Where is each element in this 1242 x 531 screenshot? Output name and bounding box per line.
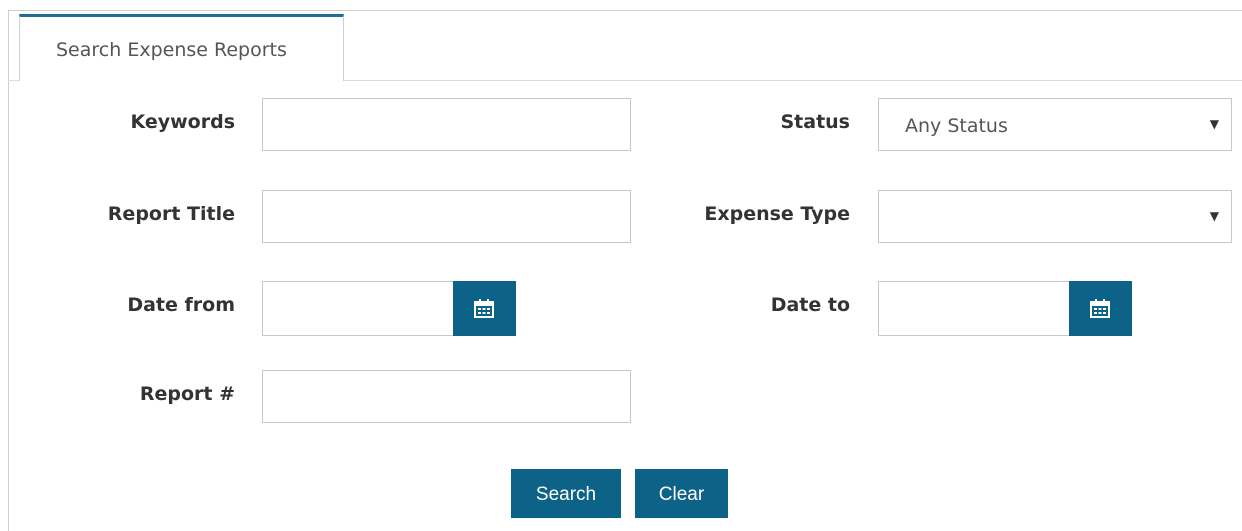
tab-label: Search Expense Reports <box>56 39 287 61</box>
search-panel <box>8 10 1242 531</box>
date-to-label: Date to <box>770 294 850 316</box>
calendar-icon <box>1090 299 1110 318</box>
chevron-down-icon: ▼ <box>1209 209 1219 223</box>
report-number-input[interactable] <box>262 370 631 423</box>
report-number-label: Report # <box>139 383 235 405</box>
keywords-label: Keywords <box>130 111 235 133</box>
status-select[interactable]: Any Status ▼ <box>878 98 1232 151</box>
report-title-input[interactable] <box>262 190 631 243</box>
clear-button[interactable]: Clear <box>635 469 728 518</box>
status-label: Status <box>780 111 850 133</box>
expense-type-select[interactable]: ▼ <box>878 190 1232 243</box>
keywords-input[interactable] <box>262 98 631 151</box>
date-to-calendar-button[interactable] <box>1069 281 1132 336</box>
search-button[interactable]: Search <box>511 469 621 518</box>
status-selected-value: Any Status <box>905 115 1008 137</box>
date-from-label: Date from <box>127 294 235 316</box>
date-from-calendar-button[interactable] <box>453 281 516 336</box>
date-to-input[interactable] <box>878 281 1070 336</box>
calendar-icon <box>474 299 494 318</box>
expense-type-label: Expense Type <box>704 203 850 225</box>
tab-search-expense-reports[interactable]: Search Expense Reports <box>19 14 344 81</box>
report-title-label: Report Title <box>107 203 235 225</box>
chevron-down-icon: ▼ <box>1209 117 1219 131</box>
date-from-input[interactable] <box>262 281 454 336</box>
